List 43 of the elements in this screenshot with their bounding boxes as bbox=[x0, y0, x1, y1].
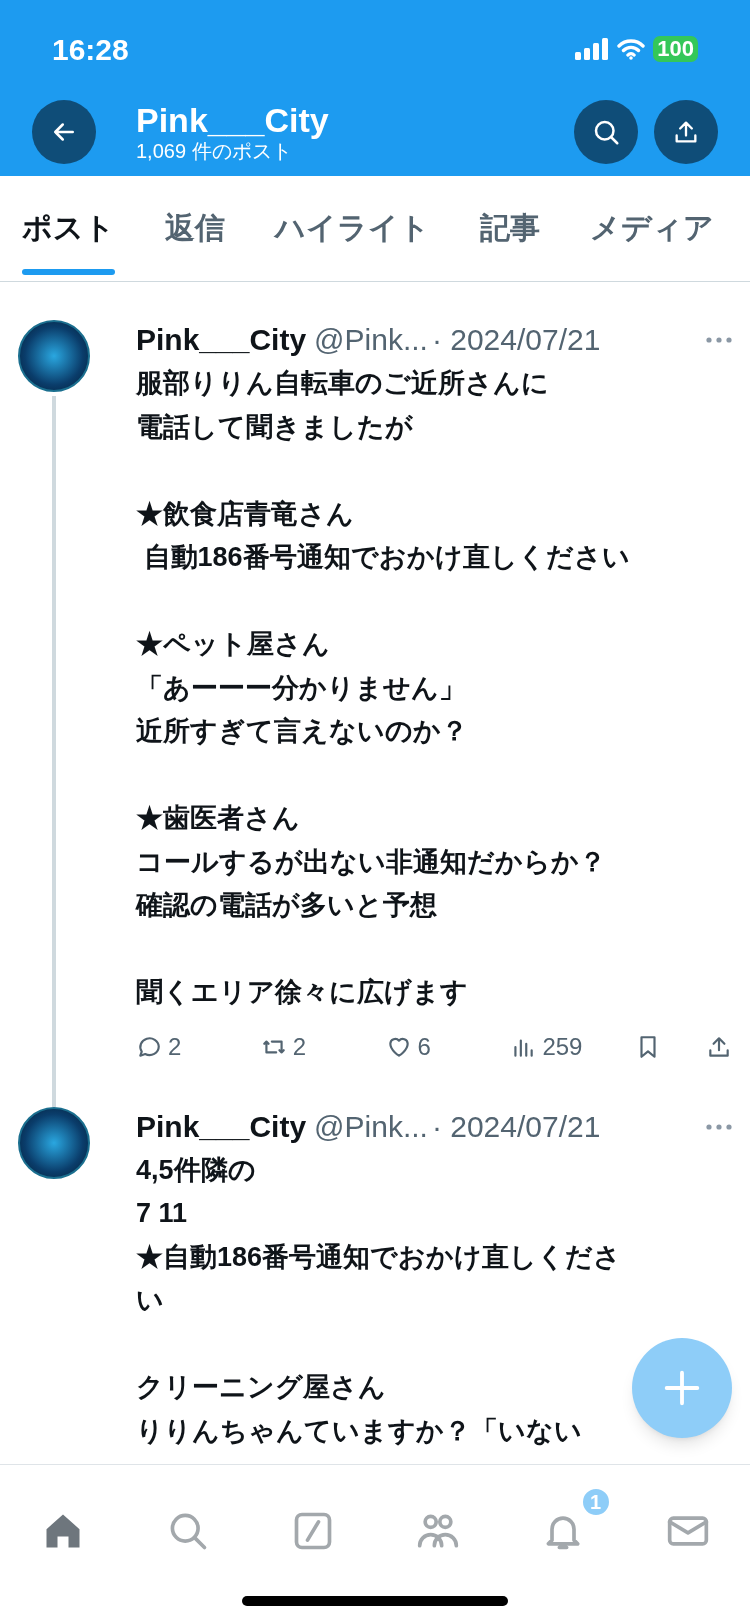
post-date: · 2024/07/21 bbox=[431, 322, 601, 358]
repost-button[interactable]: 2 bbox=[260, 1028, 341, 1065]
profile-tab[interactable]: ポスト bbox=[22, 191, 115, 281]
battery-level: 100 bbox=[653, 36, 698, 62]
post-text-line: ★ペット屋さん bbox=[136, 628, 330, 661]
post-text-line: コールするが出ない非通知だからか？ bbox=[136, 845, 606, 879]
author-handle: @Pink... bbox=[314, 322, 428, 358]
reply-button[interactable]: 2 bbox=[136, 1028, 216, 1065]
post-date: · 2024/07/21 bbox=[431, 1108, 601, 1145]
post-text-line: 近所すぎて言えないのか？ bbox=[136, 715, 468, 748]
post-count: 1,069 件のポスト bbox=[136, 139, 293, 163]
post-text-line: 確認の電話が多いと予想 bbox=[136, 889, 437, 922]
signal-icon bbox=[575, 38, 610, 60]
post-text-line: ★自動186番号通知でおかけ直しくださ bbox=[136, 1240, 622, 1274]
profile-tab[interactable]: メディア bbox=[590, 191, 714, 281]
wifi-icon bbox=[617, 38, 646, 60]
more-button[interactable] bbox=[706, 337, 732, 343]
like-button[interactable]: 6 bbox=[385, 1028, 466, 1065]
post-text-line: 聞くエリア徐々に広げます bbox=[136, 976, 468, 1009]
post-text-line: クリーニング屋さん bbox=[136, 1371, 386, 1404]
author-name: Pink___City bbox=[136, 1108, 307, 1145]
more-button[interactable] bbox=[706, 1123, 732, 1130]
post-text-line: 自動186番号通知でおかけ直しください bbox=[142, 541, 630, 574]
post-text-line: ★飲食店青竜さん bbox=[136, 497, 354, 531]
author-name: Pink___City bbox=[136, 322, 307, 358]
post-text-line: い bbox=[136, 1284, 164, 1317]
more-icon bbox=[706, 1123, 732, 1130]
author-handle: @Pink... bbox=[314, 1108, 428, 1145]
more-icon bbox=[706, 337, 732, 343]
post-text-line: 7 11 bbox=[136, 1197, 188, 1230]
post-text-line: ★歯医者さん bbox=[136, 802, 300, 835]
profile-tab[interactable]: ハイライト bbox=[275, 191, 430, 281]
profile-tab[interactable]: 返信 bbox=[165, 191, 225, 281]
post-text-line: 「あーーー分かりません」 bbox=[136, 671, 466, 705]
views-button[interactable]: 259 bbox=[510, 1028, 591, 1065]
post-text-line: りりんちゃんていますか？「いない bbox=[136, 1414, 582, 1448]
post-text-line: 服部りりん自転車のご近所さんに bbox=[136, 367, 549, 400]
profile-tab[interactable]: 記事 bbox=[480, 191, 540, 281]
notification-badge: 1 bbox=[580, 1487, 611, 1517]
post-text-line: 電話して聞きましたが bbox=[136, 410, 413, 444]
profile-name: Pink___City bbox=[136, 101, 330, 139]
post-text-line: 4,5件隣の bbox=[136, 1153, 256, 1187]
status-time: 16:28 bbox=[52, 31, 129, 68]
